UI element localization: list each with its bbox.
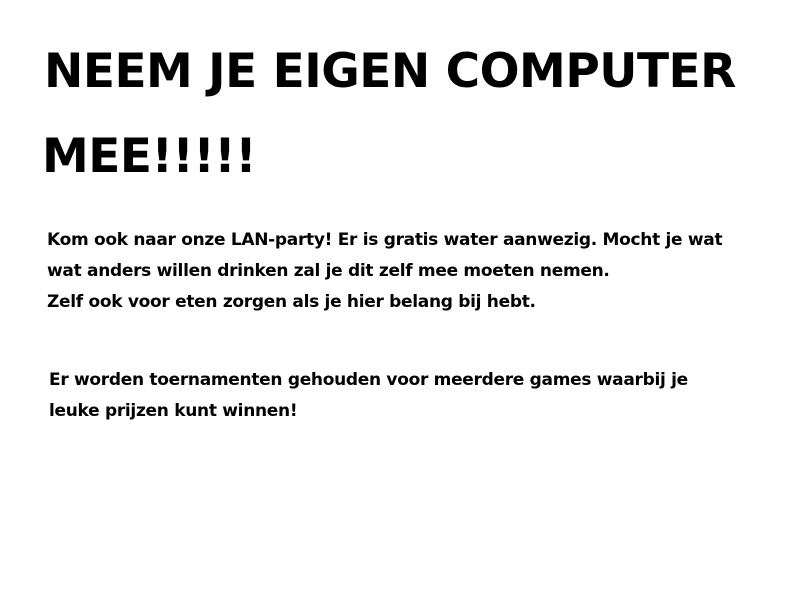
page-title-line-2: MEE!!!!! — [42, 129, 257, 184]
paragraph-line: Kom ook naar onze LAN-party! Er is grati… — [47, 230, 723, 250]
paragraph-line: wat anders willen drinken zal je dit zel… — [47, 261, 610, 281]
slide: NEEM JE EIGEN COMPUTER MEE!!!!! Kom ook … — [0, 0, 800, 600]
paragraph-line: Er worden toernamenten gehouden voor mee… — [49, 370, 688, 390]
paragraph-line: Zelf ook voor eten zorgen als je hier be… — [47, 292, 536, 312]
tournament-paragraph: Er worden toernamenten gehouden voor mee… — [49, 365, 688, 427]
paragraph-line: leuke prijzen kunt winnen! — [49, 401, 298, 421]
intro-paragraph: Kom ook naar onze LAN-party! Er is grati… — [47, 225, 723, 318]
page-title-line-1: NEEM JE EIGEN COMPUTER — [44, 44, 736, 99]
